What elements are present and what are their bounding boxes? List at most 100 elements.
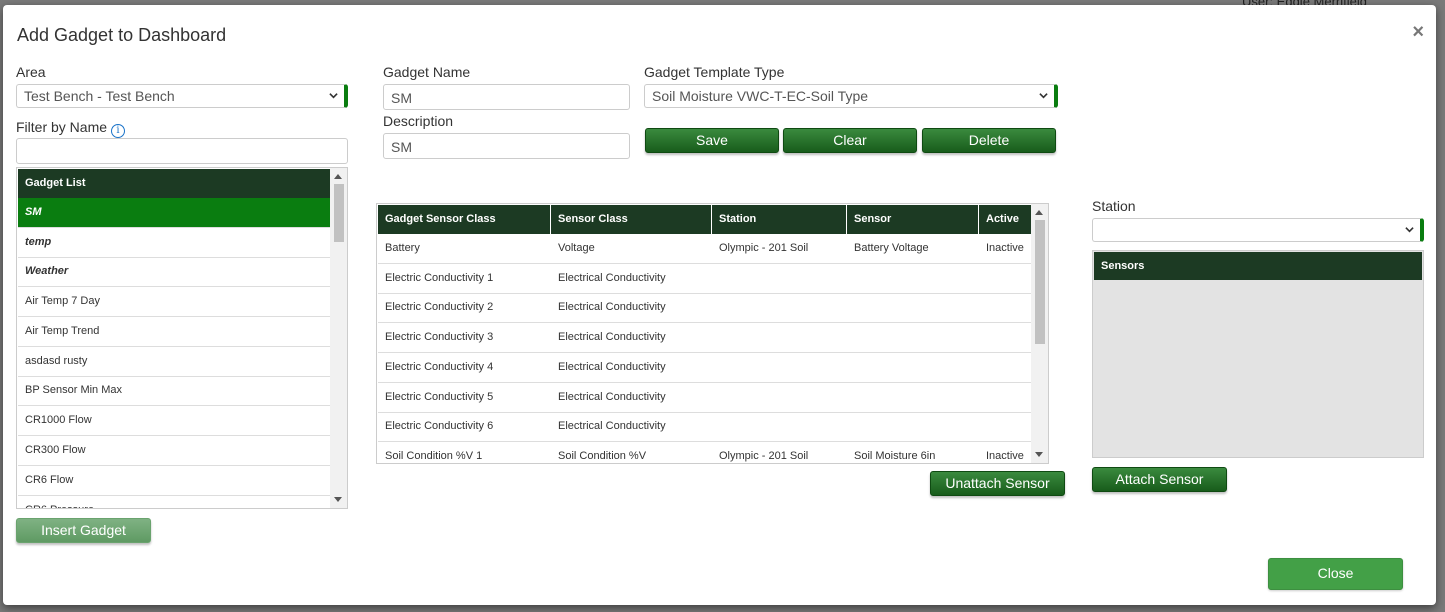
gadget-list-item[interactable]: CR1000 Flow — [18, 406, 330, 436]
cell-sensor-class: Soil Condition %V — [558, 450, 647, 462]
table-row[interactable]: Electric Conductivity 2 Electrical Condu… — [378, 293, 1046, 323]
scroll-down-icon[interactable] — [1035, 452, 1043, 457]
column-header: Sensor — [847, 205, 979, 234]
cell-active — [979, 264, 993, 294]
cell-station: Olympic - 201 Soil — [719, 450, 809, 462]
cell-active — [979, 412, 993, 442]
gadget-list-item[interactable]: Air Temp 7 Day — [18, 287, 330, 317]
gadget-list-item[interactable]: Weather — [18, 257, 330, 287]
template-type-select[interactable]: Soil Moisture VWC-T-EC-Soil Type — [644, 84, 1058, 108]
cell-station — [712, 383, 726, 413]
cell-sensor — [847, 323, 861, 353]
chevron-down-icon — [1039, 93, 1048, 99]
scroll-up-icon[interactable] — [1035, 210, 1043, 215]
table-row[interactable]: Soil Condition %V 1 Soil Condition %V Ol… — [378, 442, 1046, 463]
gadget-list-item[interactable]: CR300 Flow — [18, 436, 330, 466]
unattach-sensor-button[interactable]: Unattach Sensor — [930, 471, 1065, 496]
scroll-up-icon[interactable] — [334, 174, 342, 179]
cell-station — [712, 293, 726, 323]
column-header: Station — [712, 205, 847, 234]
cell-active — [979, 293, 993, 323]
cell-gadget-sensor-class: Electric Conductivity 4 — [385, 361, 494, 373]
cell-sensor-class: Electrical Conductivity — [558, 391, 666, 403]
attach-sensor-button[interactable]: Attach Sensor — [1092, 467, 1227, 492]
gadget-list-item[interactable]: BP Sensor Min Max — [18, 376, 330, 406]
scroll-down-icon[interactable] — [334, 497, 342, 502]
gadget-list-header: Gadget List — [18, 169, 330, 198]
station-label: Station — [1092, 198, 1136, 214]
cell-sensor — [847, 293, 861, 323]
cell-sensor-class: Electrical Conductivity — [558, 361, 666, 373]
column-header: Sensor Class — [551, 205, 712, 234]
filter-label-text: Filter by Name — [16, 119, 108, 135]
cell-station — [712, 323, 726, 353]
scroll-thumb[interactable] — [334, 184, 344, 242]
gadget-list-item[interactable]: CR6 Flow — [18, 466, 330, 496]
area-select[interactable]: Test Bench - Test Bench — [16, 84, 348, 108]
cell-gadget-sensor-class: Soil Condition %V 1 — [385, 450, 483, 462]
cell-sensor-class: Electrical Conductivity — [558, 331, 666, 343]
add-gadget-modal: Add Gadget to Dashboard × Area Test Benc… — [3, 5, 1436, 605]
gadget-list-scrollbar[interactable] — [330, 168, 347, 508]
delete-button[interactable]: Delete — [922, 128, 1056, 153]
gadget-list-panel: Gadget List SM temp Weather Air Temp 7 D… — [16, 167, 348, 509]
cell-gadget-sensor-class: Electric Conductivity 2 — [385, 301, 494, 313]
gadget-list-item[interactable]: CR6 Pressure — [18, 496, 330, 508]
sensor-table-scrollbar[interactable] — [1031, 204, 1048, 463]
cell-active — [979, 383, 993, 413]
template-type-label: Gadget Template Type — [644, 64, 785, 80]
template-type-value: Soil Moisture VWC-T-EC-Soil Type — [652, 88, 869, 104]
area-select-value: Test Bench - Test Bench — [24, 88, 175, 104]
cell-sensor — [847, 383, 861, 413]
filter-input[interactable] — [16, 138, 348, 164]
info-icon[interactable]: i — [111, 124, 126, 138]
modal-title: Add Gadget to Dashboard — [17, 25, 227, 45]
gadget-list-item-selected[interactable]: SM — [18, 198, 330, 228]
cell-gadget-sensor-class: Electric Conductivity 1 — [385, 272, 494, 284]
cell-station: Olympic - 201 Soil — [719, 242, 809, 254]
column-header: Gadget Sensor Class — [378, 205, 551, 234]
description-label: Description — [383, 113, 454, 129]
cell-active: Inactive — [986, 450, 1024, 462]
gadget-list-item[interactable]: Air Temp Trend — [18, 317, 330, 347]
table-row[interactable]: Battery Voltage Olympic - 201 Soil Batte… — [378, 234, 1046, 264]
sensor-table-header: Gadget Sensor Class Sensor Class Station… — [378, 205, 1046, 234]
close-button[interactable]: Close — [1268, 558, 1403, 590]
cell-active: Inactive — [986, 242, 1024, 254]
cell-sensor: Battery Voltage — [854, 242, 929, 254]
cell-station — [712, 264, 726, 294]
cell-gadget-sensor-class: Electric Conductivity 3 — [385, 331, 494, 343]
table-row[interactable]: Electric Conductivity 3 Electrical Condu… — [378, 323, 1046, 353]
filter-label: Filter by Name i — [16, 119, 126, 138]
gadget-name-label: Gadget Name — [383, 64, 471, 80]
area-label: Area — [16, 64, 46, 80]
table-row[interactable]: Electric Conductivity 5 Electrical Condu… — [378, 383, 1046, 413]
cell-sensor — [847, 264, 861, 294]
cell-sensor-class: Electrical Conductivity — [558, 272, 666, 284]
cell-gadget-sensor-class: Electric Conductivity 5 — [385, 391, 494, 403]
cell-active — [979, 323, 993, 353]
station-select[interactable] — [1092, 218, 1424, 242]
table-row[interactable]: Electric Conductivity 4 Electrical Condu… — [378, 353, 1046, 383]
gadget-list-item[interactable]: temp — [18, 228, 330, 258]
save-button[interactable]: Save — [645, 128, 779, 153]
close-icon[interactable]: × — [1412, 22, 1424, 42]
sensor-table: Gadget Sensor Class Sensor Class Station… — [376, 203, 1049, 464]
chevron-down-icon — [329, 93, 338, 99]
table-row[interactable]: Electric Conductivity 6 Electrical Condu… — [378, 412, 1046, 442]
cell-sensor — [847, 412, 861, 442]
chevron-down-icon — [1405, 227, 1414, 233]
cell-sensor-class: Electrical Conductivity — [558, 420, 666, 432]
gadget-name-input[interactable]: SM — [383, 84, 630, 110]
clear-button[interactable]: Clear — [783, 128, 917, 153]
scroll-thumb[interactable] — [1035, 220, 1045, 344]
cell-gadget-sensor-class: Battery — [385, 242, 420, 254]
description-input[interactable]: SM — [383, 133, 630, 159]
cell-station — [712, 412, 726, 442]
table-row[interactable]: Electric Conductivity 1 Electrical Condu… — [378, 264, 1046, 294]
cell-station — [712, 353, 726, 383]
gadget-list-item[interactable]: asdasd rusty — [18, 347, 330, 377]
cell-gadget-sensor-class: Electric Conductivity 6 — [385, 420, 494, 432]
cell-sensor — [847, 353, 861, 383]
insert-gadget-button[interactable]: Insert Gadget — [16, 518, 151, 543]
